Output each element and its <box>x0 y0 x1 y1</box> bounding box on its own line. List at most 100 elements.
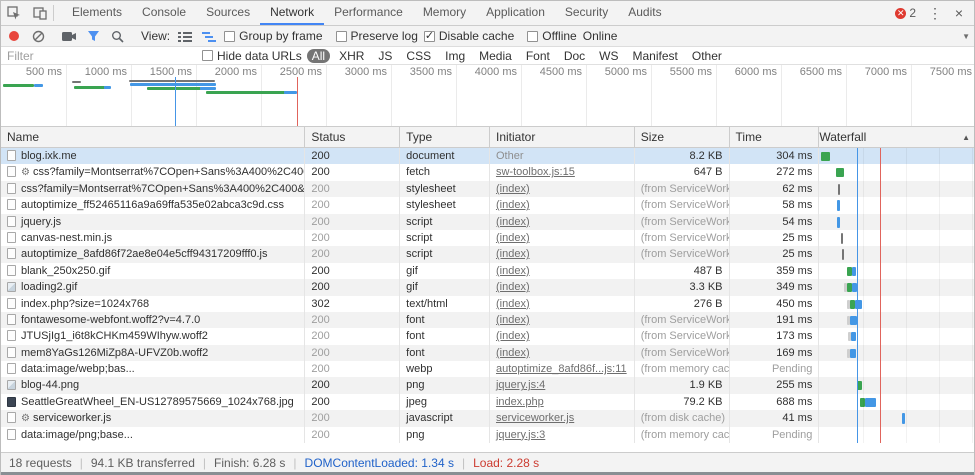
tab-audits[interactable]: Audits <box>618 1 671 25</box>
request-row[interactable]: blog.ixk.me200documentOther8.2 KB304 ms <box>1 148 974 164</box>
filter-pill-all[interactable]: All <box>307 49 330 63</box>
console-error-badge[interactable]: ✕ 2 <box>889 6 922 20</box>
tab-performance[interactable]: Performance <box>324 1 413 25</box>
filter-pill-js[interactable]: JS <box>373 49 397 63</box>
column-header-time[interactable]: Time <box>730 127 820 147</box>
initiator-link[interactable]: autoptimize_8afd86f...js:11 <box>496 363 627 375</box>
initiator-link[interactable]: serviceworker.js <box>496 412 574 424</box>
request-waterfall-cell[interactable] <box>819 394 974 410</box>
capture-screenshots-icon[interactable] <box>60 27 78 45</box>
request-row[interactable]: data:image/webp;bas...200webpautoptimize… <box>1 361 974 377</box>
request-row[interactable]: mem8YaGs126MiZp8A-UFVZ0b.woff2200font(in… <box>1 345 974 361</box>
close-icon[interactable]: × <box>948 2 970 24</box>
request-name-cell[interactable]: autoptimize_8afd86f72ae8e04e5cff94317209… <box>1 246 305 262</box>
request-name-cell[interactable]: jquery.js <box>1 214 305 230</box>
request-name-cell[interactable]: blog-44.png <box>1 377 305 393</box>
request-row[interactable]: SeattleGreatWheel_EN-US12789575669_1024x… <box>1 394 974 410</box>
column-header-name[interactable]: Name <box>1 127 305 147</box>
request-waterfall-cell[interactable] <box>819 410 974 426</box>
request-waterfall-cell[interactable] <box>819 197 974 213</box>
request-name-cell[interactable]: autoptimize_ff52465116a9a69ffa535e02abca… <box>1 197 305 213</box>
disable-cache-checkbox[interactable]: Disable cache <box>424 29 514 43</box>
request-row[interactable]: autoptimize_ff52465116a9a69ffa535e02abca… <box>1 197 974 213</box>
filter-icon[interactable] <box>84 27 102 45</box>
request-name-cell[interactable]: css?family=Montserrat%7COpen+Sans%3A400%… <box>1 181 305 197</box>
request-row[interactable]: data:image/png;base...200pngjquery.js:3(… <box>1 427 974 443</box>
tab-network[interactable]: Network <box>260 1 324 25</box>
hide-data-urls-checkbox[interactable]: Hide data URLs <box>202 49 302 63</box>
request-waterfall-cell[interactable] <box>819 148 974 164</box>
initiator-link[interactable]: (index) <box>496 281 530 293</box>
tab-elements[interactable]: Elements <box>62 1 132 25</box>
request-row[interactable]: index.php?size=1024x768302text/html(inde… <box>1 296 974 312</box>
request-row[interactable]: jquery.js200script(index)(from ServiceWo… <box>1 214 974 230</box>
request-row[interactable]: ⚙css?family=Montserrat%7COpen+Sans%3A400… <box>1 164 974 180</box>
offline-checkbox[interactable]: Offline <box>527 29 576 43</box>
initiator-link[interactable]: (index) <box>496 265 530 277</box>
initiator-link[interactable]: sw-toolbox.js:15 <box>496 166 575 178</box>
request-name-cell[interactable]: index.php?size=1024x768 <box>1 296 305 312</box>
initiator-link[interactable]: index.php <box>496 396 544 408</box>
filter-pill-xhr[interactable]: XHR <box>334 49 369 63</box>
request-row[interactable]: ⚙serviceworker.js200javascriptservicewor… <box>1 410 974 426</box>
initiator-link[interactable]: (index) <box>496 314 530 326</box>
request-row[interactable]: blank_250x250.gif200gif(index)487 B359 m… <box>1 263 974 279</box>
request-row[interactable]: canvas-nest.min.js200script(index)(from … <box>1 230 974 246</box>
more-options-icon[interactable]: ⋮ <box>924 2 946 24</box>
filter-pill-media[interactable]: Media <box>474 49 517 63</box>
request-waterfall-cell[interactable] <box>819 230 974 246</box>
inspect-element-icon[interactable] <box>1 1 27 25</box>
request-row[interactable]: loading2.gif200gif(index)3.3 KB349 ms <box>1 279 974 295</box>
initiator-link[interactable]: (index) <box>496 298 530 310</box>
column-header-status[interactable]: Status <box>305 127 400 147</box>
initiator-link[interactable]: (index) <box>496 183 530 195</box>
preserve-log-checkbox[interactable]: Preserve log <box>336 29 418 43</box>
tab-application[interactable]: Application <box>476 1 555 25</box>
request-name-cell[interactable]: ⚙css?family=Montserrat%7COpen+Sans%3A400… <box>1 164 305 180</box>
checkbox-box[interactable] <box>202 50 213 61</box>
initiator-link[interactable]: jquery.js:4 <box>496 379 545 391</box>
filter-pill-manifest[interactable]: Manifest <box>628 49 683 63</box>
initiator-link[interactable]: (index) <box>496 330 530 342</box>
group-by-frame-checkbox[interactable]: Group by frame <box>224 29 322 43</box>
request-waterfall-cell[interactable] <box>819 361 974 377</box>
request-waterfall-cell[interactable] <box>819 345 974 361</box>
initiator-link[interactable]: (index) <box>496 216 530 228</box>
request-waterfall-cell[interactable] <box>819 246 974 262</box>
request-waterfall-cell[interactable] <box>819 328 974 344</box>
request-name-cell[interactable]: fontawesome-webfont.woff2?v=4.7.0 <box>1 312 305 328</box>
filter-pill-img[interactable]: Img <box>440 49 470 63</box>
initiator-link[interactable]: (index) <box>496 248 530 260</box>
checkbox-box[interactable] <box>224 31 235 42</box>
request-waterfall-cell[interactable] <box>819 214 974 230</box>
tab-console[interactable]: Console <box>132 1 196 25</box>
request-name-cell[interactable]: JTUSjIg1_i6t8kCHKm459WIhyw.woff2 <box>1 328 305 344</box>
column-header-type[interactable]: Type <box>400 127 490 147</box>
request-row[interactable]: css?family=Montserrat%7COpen+Sans%3A400%… <box>1 181 974 197</box>
request-name-cell[interactable]: ⚙serviceworker.js <box>1 410 305 426</box>
tab-sources[interactable]: Sources <box>196 1 260 25</box>
request-row[interactable]: autoptimize_8afd86f72ae8e04e5cff94317209… <box>1 246 974 262</box>
clear-button[interactable] <box>29 27 47 45</box>
initiator-link[interactable]: (index) <box>496 347 530 359</box>
show-overview-icon[interactable] <box>200 27 218 45</box>
request-waterfall-cell[interactable] <box>819 263 974 279</box>
request-waterfall-cell[interactable] <box>819 279 974 295</box>
initiator-link[interactable]: (index) <box>496 232 530 244</box>
initiator-link[interactable]: jquery.js:3 <box>496 429 545 441</box>
search-icon[interactable] <box>108 27 126 45</box>
column-header-initiator[interactable]: Initiator <box>490 127 635 147</box>
use-large-rows-icon[interactable] <box>176 27 194 45</box>
filter-pill-font[interactable]: Font <box>521 49 555 63</box>
request-row[interactable]: blog-44.png200pngjquery.js:41.9 KB255 ms <box>1 377 974 393</box>
filter-pill-doc[interactable]: Doc <box>559 49 590 63</box>
request-name-cell[interactable]: data:image/png;base... <box>1 427 305 443</box>
filter-pill-css[interactable]: CSS <box>401 49 436 63</box>
network-overview-pane[interactable]: 500 ms1000 ms1500 ms2000 ms2500 ms3000 m… <box>1 65 974 127</box>
request-waterfall-cell[interactable] <box>819 377 974 393</box>
tab-security[interactable]: Security <box>555 1 618 25</box>
throttling-select[interactable]: Online <box>583 29 618 43</box>
request-name-cell[interactable]: mem8YaGs126MiZp8A-UFVZ0b.woff2 <box>1 345 305 361</box>
request-waterfall-cell[interactable] <box>819 164 974 180</box>
request-waterfall-cell[interactable] <box>819 427 974 443</box>
